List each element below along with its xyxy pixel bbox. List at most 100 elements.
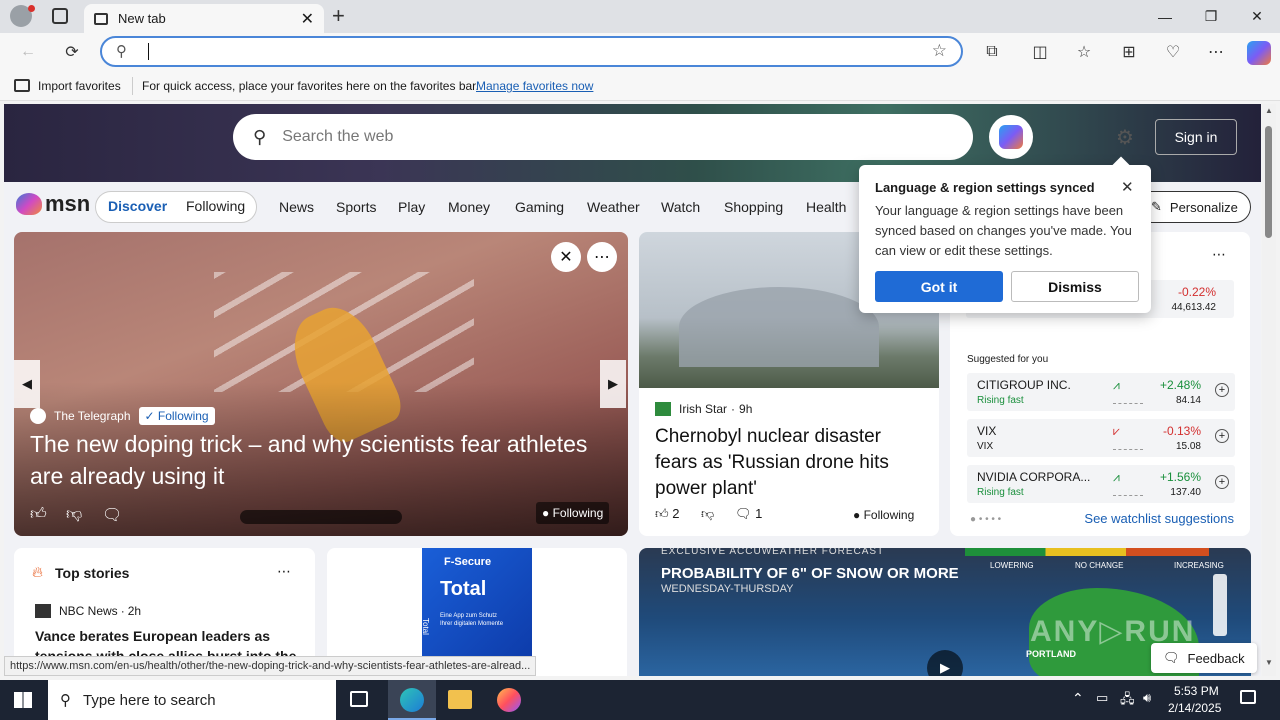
follow-source-button[interactable]: ✓ Following — [138, 407, 215, 425]
play-button[interactable]: ▶ — [927, 650, 963, 676]
tab-actions-icon[interactable] — [52, 8, 68, 24]
watchlist-page-dots[interactable]: ● • • • • — [970, 514, 1001, 525]
manage-favorites-link[interactable]: Manage favorites now — [476, 79, 593, 93]
close-window-icon[interactable]: ✕ — [1234, 0, 1280, 33]
carousel-prev-button[interactable]: ◀ — [14, 360, 40, 408]
notifications-icon[interactable] — [1240, 690, 1256, 704]
dislike-icon[interactable]: 👎︎ — [66, 505, 82, 524]
story2-source: Irish Star · 9h — [655, 402, 752, 416]
tab-following[interactable]: Following — [186, 198, 245, 214]
collections-icon[interactable]: ⊞ — [1118, 41, 1140, 63]
page-scrollbar[interactable]: ▲ ▼ — [1262, 104, 1276, 676]
ad-tagline: Eine App zum Schutz Ihrer digitalen Mome… — [440, 613, 504, 627]
popup-close-icon[interactable]: ✕ — [1121, 178, 1134, 196]
add-stock-icon[interactable]: + — [1215, 475, 1229, 489]
nav-weather[interactable]: Weather — [587, 199, 640, 215]
scroll-up-icon[interactable]: ▲ — [1265, 106, 1273, 115]
stock-row-nvidia[interactable]: NVIDIA CORPORA... Rising fast ⩘ +1.56% 1… — [967, 465, 1235, 503]
close-tab-icon[interactable]: ✕ — [301, 9, 314, 29]
stock-row-vix[interactable]: VIX VIX ⩗ -0.13% 15.08 + — [967, 419, 1235, 457]
start-icon[interactable] — [14, 692, 32, 708]
dismiss-story-button[interactable]: ✕ — [551, 242, 581, 272]
got-it-button[interactable]: Got it — [875, 271, 1003, 302]
story2-like[interactable]: 👍︎ 2 — [655, 506, 679, 522]
following-badge[interactable]: ● Following — [536, 502, 610, 524]
refresh-icon[interactable]: ⟳ — [61, 41, 83, 63]
story2-following[interactable]: ● Following — [853, 508, 914, 522]
nav-gaming[interactable]: Gaming — [515, 199, 564, 215]
story2-dislike-icon[interactable]: 👎︎ — [701, 506, 714, 522]
favorite-star-icon[interactable]: ☆ — [932, 41, 947, 61]
taskbar-search-input[interactable]: Type here to search — [83, 692, 216, 709]
nav-shopping[interactable]: Shopping — [724, 199, 783, 215]
split-screen-icon[interactable]: ◫ — [1029, 41, 1051, 63]
hero-story-card[interactable]: ✕ ⋯ ◀ ▶ The Telegraph ✓ Following The ne… — [14, 232, 628, 536]
taskbar-search[interactable]: ⚲ Type here to search — [48, 680, 336, 720]
see-watchlist-link[interactable]: See watchlist suggestions — [1084, 511, 1234, 526]
add-stock-icon[interactable]: + — [1215, 429, 1229, 443]
scroll-down-icon[interactable]: ▼ — [1265, 658, 1273, 667]
hero-headline[interactable]: The new doping trick – and why scientist… — [30, 428, 590, 492]
carousel-dots[interactable] — [240, 510, 402, 524]
watchlist-more-icon[interactable]: ⋯ — [1212, 246, 1226, 263]
more-icon[interactable]: ⋯ — [1205, 41, 1227, 63]
title-bar: New tab ✕ + — ❐ ✕ — [0, 0, 1280, 33]
minimize-icon[interactable]: — — [1142, 0, 1188, 33]
story2-comment-count: 1 — [755, 506, 763, 521]
nav-money[interactable]: Money — [448, 199, 490, 215]
tray-chevron-icon[interactable]: ⌃ — [1072, 690, 1084, 707]
extensions-icon[interactable]: ⧉ — [981, 41, 1003, 63]
story2-headline[interactable]: Chernobyl nuclear disaster fears as 'Rus… — [655, 424, 927, 502]
address-bar[interactable]: ⚲ ☆ — [100, 36, 963, 67]
clock-time[interactable]: 5:53 PM — [1174, 684, 1219, 698]
copilot-button[interactable] — [989, 115, 1033, 159]
carousel-next-button[interactable]: ▶ — [600, 360, 626, 408]
web-search-input[interactable]: Search the web — [282, 128, 393, 146]
city-label: PORTLAND — [1026, 649, 1076, 659]
import-favorites-button[interactable]: Import favorites — [38, 79, 121, 93]
nbc-logo-icon — [35, 604, 51, 618]
tray-device-icon[interactable]: ▭ — [1096, 690, 1108, 706]
settings-gear-icon[interactable]: ⚙ — [1116, 125, 1134, 150]
top-story-source-name: NBC News — [59, 604, 118, 618]
file-explorer-icon[interactable] — [448, 690, 472, 709]
tab-discover[interactable]: Discover — [108, 198, 167, 214]
nav-sports[interactable]: Sports — [336, 199, 376, 215]
msn-logo[interactable]: msn — [16, 191, 90, 217]
stock-row-citi[interactable]: CITIGROUP INC. Rising fast ⩘ +2.48% 84.1… — [967, 373, 1235, 411]
new-tab-icon[interactable]: + — [332, 3, 345, 29]
back-icon[interactable]: ← — [17, 41, 39, 63]
nav-play[interactable]: Play — [398, 199, 425, 215]
firefox-icon[interactable] — [497, 688, 521, 712]
clock-date[interactable]: 2/14/2025 — [1168, 701, 1221, 715]
personalize-button[interactable]: ✎ Personalize — [1136, 191, 1251, 223]
task-view-icon[interactable] — [350, 691, 368, 707]
address-input[interactable] — [148, 43, 149, 60]
nav-watch[interactable]: Watch — [661, 199, 700, 215]
legend-lowering: LOWERING — [990, 561, 1034, 570]
follow-source-label: Following — [157, 409, 209, 423]
edge-logo-icon — [400, 688, 424, 712]
tray-volume-icon[interactable]: 🔊︎ — [1143, 690, 1151, 706]
edge-taskbar-icon[interactable] — [388, 680, 436, 720]
sign-in-button[interactable]: Sign in — [1155, 119, 1237, 155]
nav-news[interactable]: News — [279, 199, 314, 215]
favorites-icon[interactable]: ☆ — [1073, 41, 1095, 63]
add-stock-icon[interactable]: + — [1215, 383, 1229, 397]
restore-icon[interactable]: ❐ — [1188, 0, 1234, 33]
copilot-icon[interactable] — [1247, 41, 1271, 65]
dismiss-button[interactable]: Dismiss — [1011, 271, 1139, 302]
nav-health[interactable]: Health — [806, 199, 846, 215]
story-more-button[interactable]: ⋯ — [587, 242, 617, 272]
tab-new-tab[interactable]: New tab ✕ — [84, 4, 324, 33]
top-stories-more-icon[interactable]: ⋯ — [277, 563, 291, 580]
web-search-box[interactable]: ⚲ Search the web — [233, 114, 973, 160]
like-icon[interactable]: 👍︎ — [30, 505, 47, 524]
tray-network-icon[interactable]: 🖧︎ — [1120, 690, 1135, 712]
story2-comment[interactable]: 🗨︎ 1 — [735, 506, 762, 522]
comment-icon[interactable]: 🗨︎ — [102, 505, 122, 525]
performance-icon[interactable]: ♡ — [1162, 41, 1184, 63]
story2-like-count: 2 — [672, 506, 680, 521]
scroll-thumb[interactable] — [1265, 126, 1272, 238]
map-controls[interactable] — [1213, 574, 1227, 636]
